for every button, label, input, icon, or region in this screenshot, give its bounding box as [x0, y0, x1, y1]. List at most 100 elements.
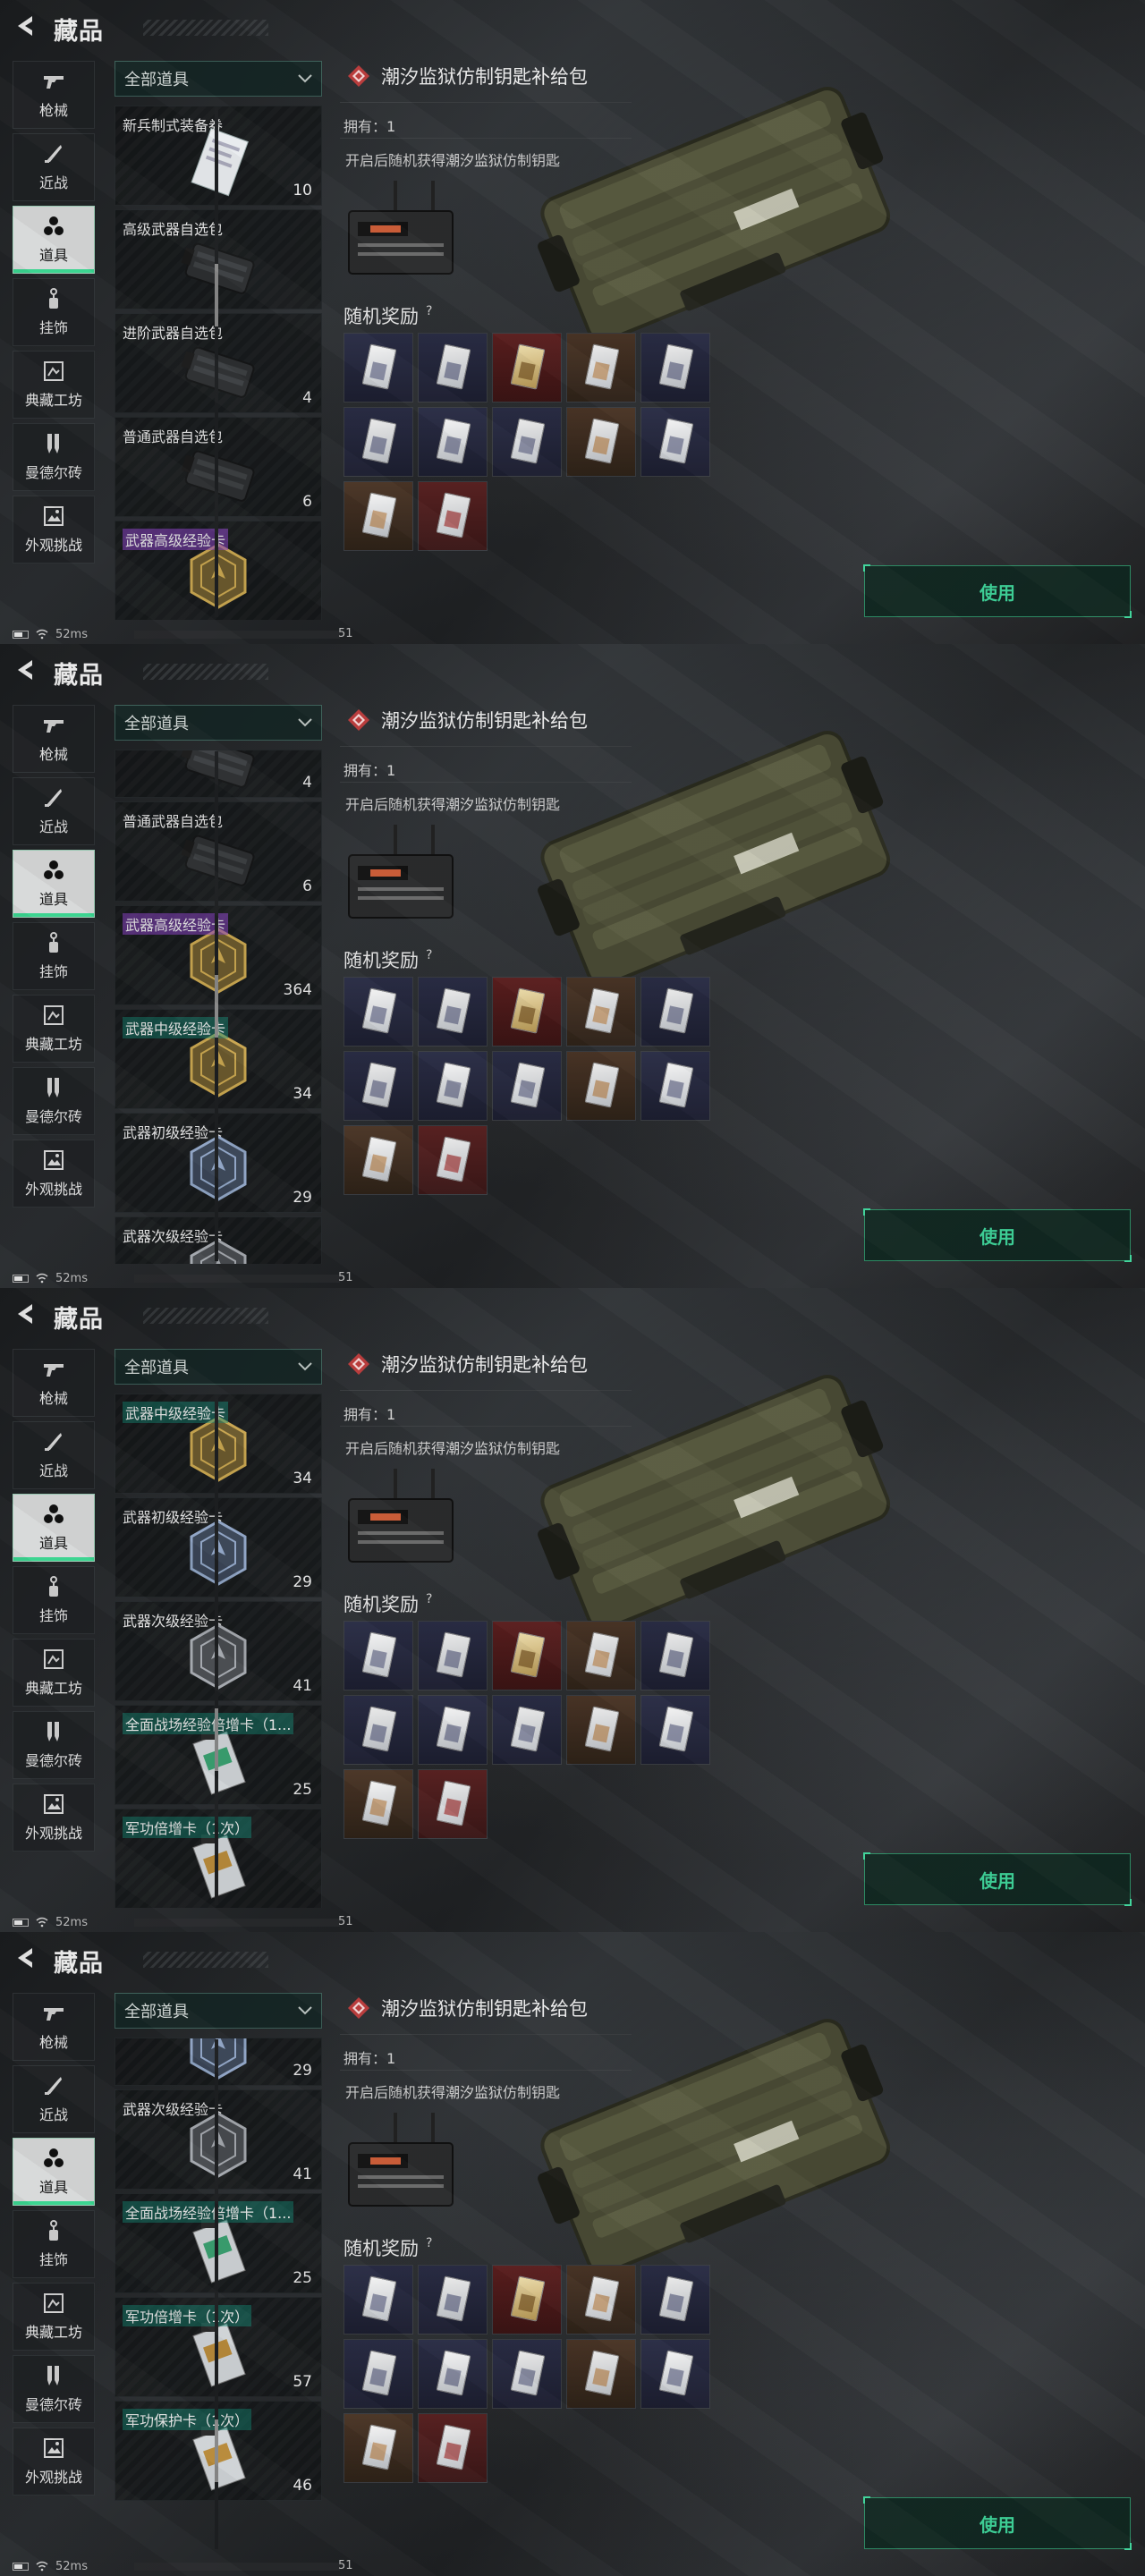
reward-slot[interactable]: [344, 1769, 413, 1839]
reward-slot[interactable]: [640, 407, 710, 477]
item-filter-dropdown[interactable]: 全部道具: [114, 705, 322, 741]
reward-slot[interactable]: [640, 977, 710, 1046]
use-button[interactable]: 使用: [863, 564, 1132, 618]
reward-help-icon[interactable]: ?: [426, 304, 432, 318]
sidebar-item-4[interactable]: 典藏工坊: [13, 2283, 95, 2351]
reward-help-icon[interactable]: ?: [426, 1592, 432, 1606]
list-item[interactable]: 进阶武器自选包 4: [114, 313, 322, 413]
reward-help-icon[interactable]: ?: [426, 948, 432, 962]
sidebar-item-5[interactable]: 曼德尔砖: [13, 423, 95, 491]
list-item[interactable]: 高级武器自选包: [114, 209, 322, 309]
reward-slot[interactable]: [492, 2265, 562, 2334]
reward-slot[interactable]: [418, 1769, 488, 1839]
reward-slot[interactable]: [418, 481, 488, 551]
sidebar-item-4[interactable]: 典藏工坊: [13, 995, 95, 1063]
list-item[interactable]: 武器初级经验卡 29: [114, 1497, 322, 1597]
back-button[interactable]: [13, 1301, 39, 1327]
reward-slot[interactable]: [492, 1695, 562, 1765]
reward-slot[interactable]: [344, 2413, 413, 2483]
sidebar-item-6[interactable]: 外观挑战: [13, 496, 95, 564]
list-item[interactable]: 军功倍增卡（1次）: [114, 1809, 322, 1908]
sidebar-item-0[interactable]: 枪械: [13, 1349, 95, 1417]
list-item[interactable]: 29: [114, 2038, 322, 2086]
sidebar-item-2[interactable]: 道具: [13, 2138, 95, 2206]
list-item[interactable]: 武器次级经验卡 41: [114, 2089, 322, 2190]
reward-slot[interactable]: [344, 1125, 413, 1195]
reward-slot[interactable]: [566, 977, 636, 1046]
reward-slot[interactable]: [566, 2265, 636, 2334]
reward-slot[interactable]: [344, 1695, 413, 1765]
item-list[interactable]: 29 武器次级经验卡 41 全面战场经验倍增卡（1... 25 军功倍增卡（1次） 57 军功…: [114, 2038, 326, 2552]
reward-slot[interactable]: [344, 481, 413, 551]
reward-slot[interactable]: [492, 333, 562, 402]
reward-slot[interactable]: [418, 333, 488, 402]
reward-slot[interactable]: [418, 1621, 488, 1690]
use-button[interactable]: 使用: [863, 1208, 1132, 1262]
sidebar-item-0[interactable]: 枪械: [13, 705, 95, 773]
sidebar-item-3[interactable]: 挂饰: [13, 1566, 95, 1634]
sidebar-item-2[interactable]: 道具: [13, 1494, 95, 1562]
reward-slot[interactable]: [566, 1051, 636, 1121]
sidebar-item-6[interactable]: 外观挑战: [13, 1784, 95, 1852]
reward-slot[interactable]: [344, 1621, 413, 1690]
sidebar-item-1[interactable]: 近战: [13, 133, 95, 201]
reward-slot[interactable]: [640, 2339, 710, 2409]
sidebar-item-0[interactable]: 枪械: [13, 1993, 95, 2061]
reward-help-icon[interactable]: ?: [426, 2236, 432, 2250]
item-filter-dropdown[interactable]: 全部道具: [114, 1349, 322, 1385]
list-item[interactable]: 全面战场经验倍增卡（1... 25: [114, 1705, 322, 1805]
sidebar-item-6[interactable]: 外观挑战: [13, 1140, 95, 1208]
list-item[interactable]: 武器中级经验卡 34: [114, 1009, 322, 1109]
sidebar-item-2[interactable]: 道具: [13, 206, 95, 274]
list-item[interactable]: 普通武器自选包 6: [114, 801, 322, 902]
list-scrollbar-thumb[interactable]: [215, 975, 218, 1038]
sidebar-item-1[interactable]: 近战: [13, 777, 95, 845]
list-item[interactable]: 普通武器自选包 6: [114, 417, 322, 517]
list-item[interactable]: 武器高级经验卡: [114, 521, 322, 620]
reward-slot[interactable]: [418, 407, 488, 477]
reward-slot[interactable]: [492, 407, 562, 477]
sidebar-item-4[interactable]: 典藏工坊: [13, 351, 95, 419]
list-item[interactable]: 武器初级经验卡 29: [114, 1113, 322, 1213]
list-item[interactable]: 军功保护卡（1次） 46: [114, 2401, 322, 2501]
list-item[interactable]: 全面战场经验倍增卡（1... 25: [114, 2193, 322, 2293]
reward-slot[interactable]: [492, 1621, 562, 1690]
sidebar-item-3[interactable]: 挂饰: [13, 2210, 95, 2278]
reward-slot[interactable]: [640, 2265, 710, 2334]
list-item[interactable]: 军功倍增卡（1次） 57: [114, 2297, 322, 2397]
item-list[interactable]: 新兵制式装备券 10 高级武器自选包 进阶武器自选包 4 普通武器自选包 6 武器高级经验卡: [114, 106, 326, 620]
sidebar-item-1[interactable]: 近战: [13, 2065, 95, 2133]
sidebar-item-0[interactable]: 枪械: [13, 61, 95, 129]
reward-slot[interactable]: [640, 333, 710, 402]
sidebar-item-5[interactable]: 曼德尔砖: [13, 1711, 95, 1779]
reward-slot[interactable]: [344, 1051, 413, 1121]
back-button[interactable]: [13, 657, 39, 683]
reward-slot[interactable]: [344, 977, 413, 1046]
list-item[interactable]: 武器高级经验卡 364: [114, 905, 322, 1005]
reward-slot[interactable]: [566, 1621, 636, 1690]
item-list[interactable]: 4 普通武器自选包 6 武器高级经验卡 364 武器中级经验卡 34 武器初级经验卡 29 武器次…: [114, 750, 326, 1264]
sidebar-item-4[interactable]: 典藏工坊: [13, 1639, 95, 1707]
reward-slot[interactable]: [418, 1695, 488, 1765]
reward-slot[interactable]: [492, 977, 562, 1046]
reward-slot[interactable]: [418, 2265, 488, 2334]
reward-slot[interactable]: [418, 977, 488, 1046]
sidebar-item-1[interactable]: 近战: [13, 1421, 95, 1489]
use-button[interactable]: 使用: [863, 2496, 1132, 2550]
reward-slot[interactable]: [418, 2339, 488, 2409]
list-scrollbar-thumb[interactable]: [215, 2419, 218, 2482]
list-item[interactable]: 武器次级经验卡: [114, 1216, 322, 1264]
sidebar-item-3[interactable]: 挂饰: [13, 278, 95, 346]
list-item[interactable]: 武器次级经验卡 41: [114, 1601, 322, 1701]
reward-slot[interactable]: [344, 2265, 413, 2334]
reward-slot[interactable]: [344, 333, 413, 402]
list-scrollbar-thumb[interactable]: [215, 1708, 218, 1771]
list-item[interactable]: 新兵制式装备券 10: [114, 106, 322, 206]
list-scrollbar-track[interactable]: [215, 1395, 218, 1905]
reward-slot[interactable]: [492, 2339, 562, 2409]
back-button[interactable]: [13, 1945, 39, 1971]
sidebar-item-5[interactable]: 曼德尔砖: [13, 1067, 95, 1135]
use-button[interactable]: 使用: [863, 1852, 1132, 1906]
list-item[interactable]: 武器中级经验卡 34: [114, 1394, 322, 1494]
sidebar-item-6[interactable]: 外观挑战: [13, 2428, 95, 2496]
